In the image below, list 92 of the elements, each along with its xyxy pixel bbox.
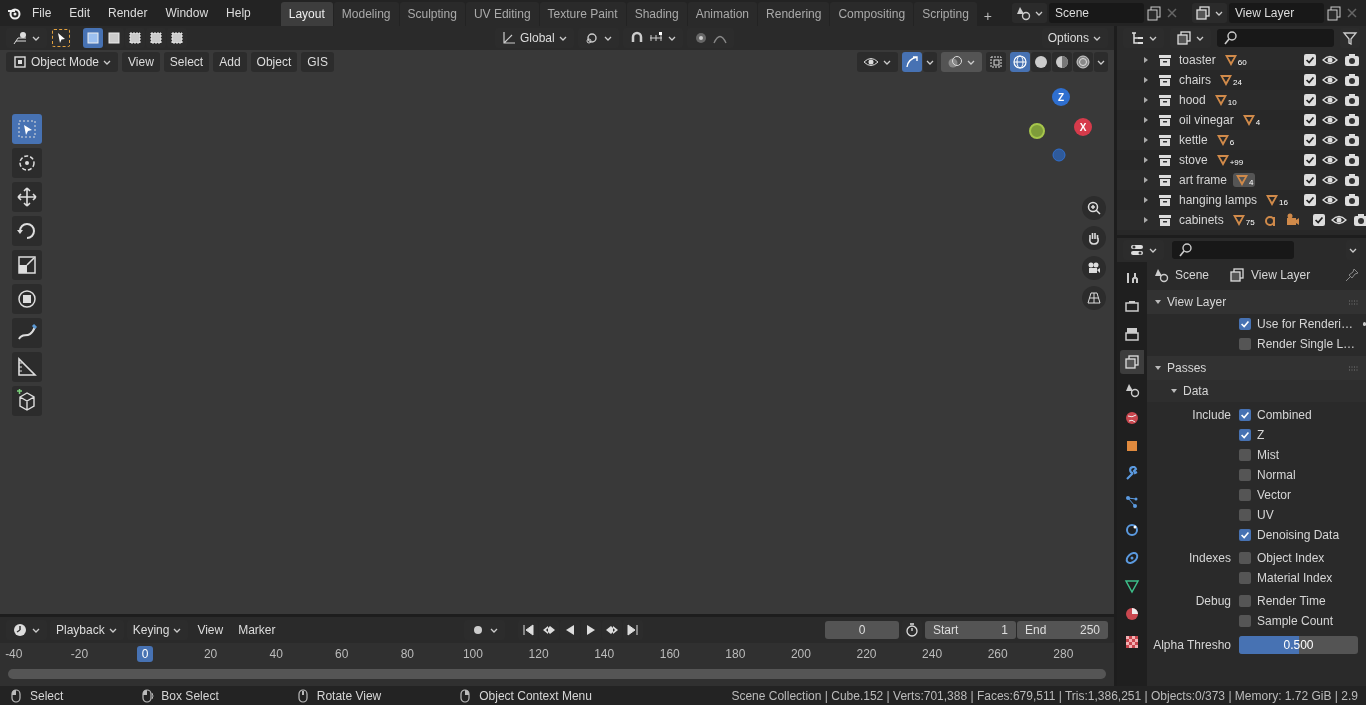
scene-statistics: Scene Collection | Cube.152 | Verts:701,388 | Faces:679,511 | Tris:1,386,251 | Objects:0/373 | Memory: 1.72 GiB | 2.9 — [731, 688, 1358, 703]
viewport-menu[interactable]: Select — [163, 52, 210, 72]
frame-number: 280 — [1052, 647, 1075, 661]
menu-item[interactable]: Render — [100, 3, 156, 23]
shortcut-hint: Object Context Menu — [479, 688, 592, 703]
view-layer-name-field[interactable]: View Layer — [1229, 3, 1324, 23]
checkbox[interactable]: Mist — [1239, 448, 1279, 462]
workspace-tab[interactable]: UV Editing — [465, 2, 539, 26]
collection-name[interactable]: oil vinegar — [1179, 113, 1234, 127]
viewport-menu[interactable]: Add — [213, 52, 247, 72]
workspace-tab[interactable]: Compositing — [830, 2, 914, 26]
frame-number: -20 — [69, 647, 90, 661]
mesh-count-badge[interactable]: 75 — [1229, 213, 1257, 227]
group-label: Indexes — [1188, 551, 1231, 565]
checkbox[interactable]: Use for Renderi… — [1239, 317, 1354, 331]
mesh-count-badge[interactable]: 4 — [1233, 173, 1256, 187]
checkbox[interactable]: Vector — [1239, 488, 1292, 502]
collection-name[interactable]: chairs — [1179, 73, 1211, 87]
frame-number: 260 — [986, 647, 1009, 661]
playhead[interactable]: 0 — [136, 646, 154, 662]
current-frame-field[interactable]: 0 — [825, 621, 899, 639]
viewport-menu[interactable]: Object — [250, 52, 298, 72]
workspace-tab[interactable]: Sculpting — [399, 2, 465, 26]
menu-item[interactable]: Help — [218, 3, 259, 23]
frame-number: 20 — [202, 647, 219, 661]
subpanel-header[interactable]: Data — [1147, 380, 1366, 402]
workspace-tab[interactable]: Modeling — [333, 2, 399, 26]
timeline-menu[interactable]: Marker — [232, 620, 282, 640]
frame-number: 220 — [855, 647, 878, 661]
start-frame-field[interactable]: Start 1 — [925, 621, 1016, 639]
collection-name[interactable]: art frame — [1179, 173, 1227, 187]
mode-dropdown[interactable]: Object Mode — [6, 52, 119, 72]
checkbox[interactable]: Object Index — [1239, 551, 1325, 565]
checkbox[interactable]: Z — [1239, 428, 1265, 442]
timeline-menu[interactable]: View — [191, 620, 230, 640]
menu-item[interactable]: Window — [157, 3, 217, 23]
workspace-tab[interactable]: Texture Paint — [539, 2, 626, 26]
add-workspace-button[interactable]: + — [977, 6, 998, 26]
workspace-tab[interactable]: Scripting — [914, 2, 977, 26]
slider-label: Alpha Thresho — [1152, 638, 1232, 652]
checkbox[interactable]: UV — [1239, 508, 1274, 522]
collection-name[interactable]: hanging lamps — [1179, 193, 1258, 207]
frame-number: -40 — [4, 647, 24, 661]
group-label: Include — [1192, 408, 1231, 422]
collection-name[interactable]: stove — [1179, 153, 1208, 167]
scene-name-field[interactable]: Scene — [1049, 3, 1144, 23]
workspace-tab[interactable]: Animation — [687, 2, 758, 26]
frame-number: 60 — [334, 647, 350, 661]
mesh-count-badge[interactable]: 24 — [1217, 73, 1244, 87]
mesh-count-badge[interactable]: 16 — [1263, 193, 1290, 207]
group-label: Debug — [1195, 594, 1231, 608]
alpha-threshold-slider[interactable]: 0.500 — [1239, 636, 1358, 654]
breadcrumb-item: View Layer — [1251, 268, 1311, 282]
menu-item[interactable]: File — [24, 3, 60, 23]
workspace-tab[interactable]: Layout — [280, 2, 333, 26]
checkbox[interactable]: Sample Count — [1239, 614, 1334, 628]
checkbox[interactable]: Render Single L… — [1239, 337, 1356, 351]
collection-name[interactable]: toaster — [1179, 53, 1216, 67]
mesh-count-badge[interactable]: 60 — [1221, 53, 1249, 67]
collection-name[interactable]: kettle — [1179, 133, 1208, 147]
mesh-count-badge[interactable]: 6 — [1213, 133, 1237, 147]
checkbox[interactable]: Normal — [1239, 468, 1296, 482]
frame-number: 100 — [461, 647, 484, 661]
frame-number: 160 — [658, 647, 681, 661]
collection-name[interactable]: cabinets — [1179, 213, 1224, 227]
frame-number: 240 — [921, 647, 944, 661]
collection-name[interactable]: hood — [1179, 93, 1206, 107]
breadcrumb-item: Scene — [1175, 268, 1210, 282]
frame-number: 80 — [399, 647, 416, 661]
viewport-menu[interactable]: GIS — [301, 52, 334, 72]
workspace-tab[interactable]: Rendering — [758, 2, 830, 26]
frame-number: 200 — [789, 647, 812, 661]
frame-number: 40 — [268, 647, 284, 661]
shortcut-hint: Box Select — [161, 688, 219, 703]
end-frame-field[interactable]: End 250 — [1017, 621, 1108, 639]
viewport-menu[interactable]: View — [122, 52, 160, 72]
menu-item[interactable]: Edit — [61, 3, 99, 23]
workspace-tab[interactable]: Shading — [626, 2, 687, 26]
frame-number: 180 — [724, 647, 747, 661]
panel-header[interactable]: Passes — [1147, 356, 1366, 380]
shortcut-hint: Select — [30, 688, 64, 703]
checkbox[interactable]: Material Index — [1239, 571, 1333, 585]
panel-header[interactable]: View Layer — [1147, 290, 1366, 314]
checkbox[interactable]: Combined — [1239, 408, 1312, 422]
mesh-count-badge[interactable]: 4 — [1239, 113, 1263, 127]
mesh-count-badge[interactable]: 10 — [1211, 93, 1239, 107]
shortcut-hint: Rotate View — [316, 688, 382, 703]
frame-number: 140 — [593, 647, 616, 661]
checkbox[interactable]: Render Time — [1239, 594, 1326, 608]
frame-number: 120 — [527, 647, 550, 661]
mesh-count-badge[interactable]: +99 — [1213, 153, 1246, 167]
checkbox[interactable]: Denoising Data — [1239, 528, 1340, 542]
